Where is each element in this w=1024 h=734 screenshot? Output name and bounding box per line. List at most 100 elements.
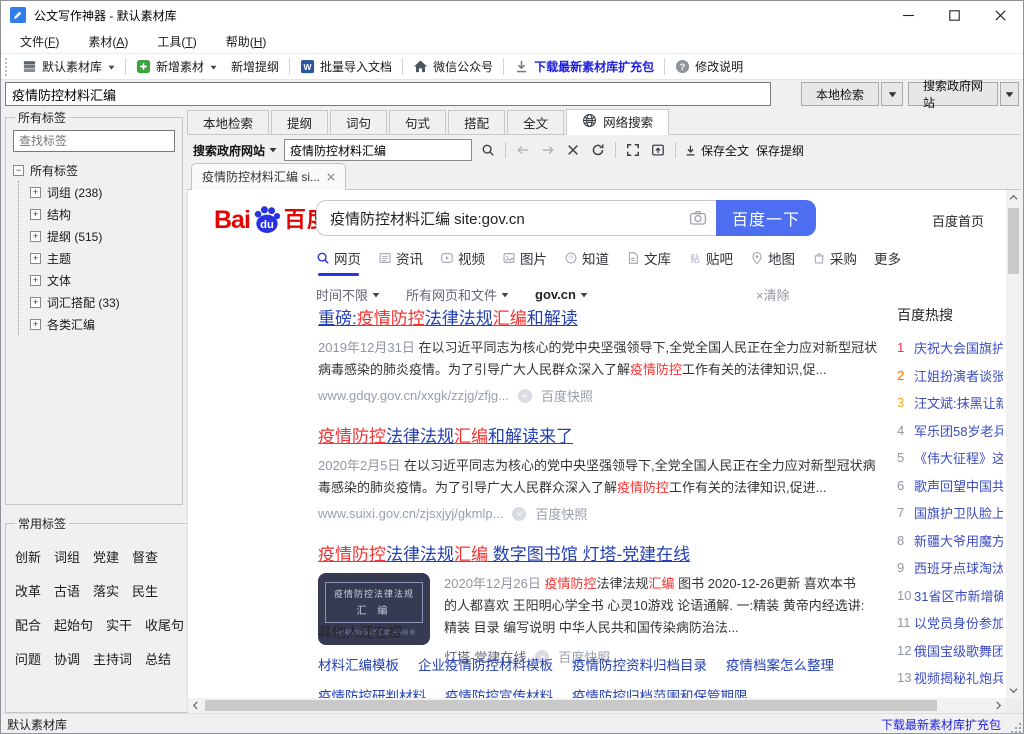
tab-网络搜索[interactable]: 网络搜索 [566,109,669,135]
changelog-button[interactable]: ?修改说明 [668,55,750,78]
hot-search-item[interactable]: 5《伟大征程》这 [897,444,1003,472]
search-engine-button[interactable]: 搜索政府网站 [193,142,277,159]
related-link[interactable]: 疫情档案怎么整理 [726,654,834,674]
forward-icon[interactable] [539,141,557,159]
related-link[interactable]: 企业疫情防控材料模板 [418,654,553,674]
save-outline-button[interactable]: 保存提纲 [756,142,804,159]
scroll-down-icon[interactable] [1006,683,1021,698]
add-outline-button[interactable]: 新增提纲 [224,55,286,78]
menu-item-F[interactable]: 文件(F) [11,30,71,53]
expand-icon[interactable]: + [30,319,41,330]
common-tag[interactable]: 起始句 [54,614,93,638]
vertical-scroll-thumb[interactable] [1008,208,1019,274]
vertical-scrollbar[interactable] [1006,190,1021,698]
result-title-link[interactable]: 疫情防控法律法规汇编 数字图书馆 灯塔-党建在线 [318,544,886,566]
baidu-cache-link[interactable]: 百度快照 [541,386,593,405]
save-fulltext-button[interactable]: 保存全文 [684,142,749,159]
hot-search-item[interactable]: 7国旗护卫队脸上 [897,499,1003,527]
tab-全文[interactable]: 全文 [507,110,564,134]
hot-search-item[interactable]: 9西班牙点球淘汰 [897,554,1003,582]
find-tag-input[interactable] [13,130,175,152]
filter-所有网页和文件[interactable]: 所有网页和文件 [406,285,509,304]
baidu-nav-更多[interactable]: 更多 [874,248,901,276]
common-tag[interactable]: 协调 [54,648,80,672]
hot-search-item[interactable]: 8新疆大爷用魔方 [897,527,1003,555]
tab-词句[interactable]: 词句 [330,110,387,134]
related-link[interactable]: 疫情防控归档范围和保管期限 [572,685,748,698]
stop-icon[interactable] [564,141,582,159]
tree-item[interactable]: +各类汇编 [30,313,175,335]
baidu-search-input[interactable] [316,200,716,236]
common-tag[interactable]: 古语 [54,580,80,604]
baidu-nav-网页[interactable]: 网页 [316,248,361,276]
tree-item[interactable]: +提纲 (515) [30,225,175,247]
hot-search-item[interactable]: 11以党员身份参加 [897,609,1003,637]
tab-搭配[interactable]: 搭配 [448,110,505,134]
result-url[interactable]: www.gdqy.gov.cn/xxgk/zzjg/zfjg... [318,388,509,403]
tab-本地检索[interactable]: 本地检索 [187,110,269,134]
common-tag[interactable]: 改革 [15,580,41,604]
expand-icon[interactable]: + [30,275,41,286]
menu-item-T[interactable]: 工具(T) [148,30,208,53]
expand-icon[interactable]: + [30,253,41,264]
horizontal-scroll-thumb[interactable] [205,700,937,711]
hot-search-item[interactable]: 4军乐团58岁老兵 [897,417,1003,445]
filter-时间不限[interactable]: 时间不限 [316,285,380,304]
result-url[interactable]: www.suixi.gov.cn/zjsxjyj/gkmlp... [318,506,503,521]
status-download-link[interactable]: 下载最新素材库扩充包 [881,716,1001,733]
expand-icon[interactable]: + [30,297,41,308]
local-search-dropdown[interactable] [881,82,903,106]
common-tag[interactable]: 督查 [132,546,158,570]
result-title-link[interactable]: 重磅:疫情防控法律法规汇编和解读 [318,308,886,330]
baidu-nav-资讯[interactable]: 资讯 [378,248,423,276]
clear-filters-link[interactable]: ×清除 [756,285,790,304]
tree-item[interactable]: +词汇搭配 (33) [30,291,175,313]
hot-search-item[interactable]: 13视频揭秘礼炮兵 [897,664,1003,692]
tree-item[interactable]: +文体 [30,269,175,291]
expand-icon[interactable]: + [30,209,41,220]
camera-icon[interactable] [689,209,707,230]
tree-item[interactable]: +主题 [30,247,175,269]
common-tag[interactable]: 收尾句 [145,614,184,638]
refresh-icon[interactable] [589,141,607,159]
menu-item-A[interactable]: 素材(A) [79,30,140,53]
hot-search-item[interactable]: 1庆祝大会国旗护卫 [897,334,1003,362]
fullscreen-icon[interactable] [624,141,642,159]
hot-search-item[interactable]: 1031省区市新增确 [897,582,1003,610]
baidu-nav-图片[interactable]: 图片 [502,248,547,276]
baidu-nav-地图[interactable]: 地图 [750,248,795,276]
common-tag[interactable]: 主持词 [93,648,132,672]
baidu-nav-贴吧[interactable]: 贴贴吧 [688,248,733,276]
resize-grip-icon[interactable] [1011,723,1021,733]
gov-search-dropdown[interactable] [1000,82,1019,106]
browser-query-input[interactable] [284,139,472,161]
scroll-up-icon[interactable] [1006,190,1021,205]
common-tag[interactable]: 落实 [93,580,119,604]
minimize-button[interactable] [885,1,931,29]
related-link[interactable]: 疫情防控资料归档目录 [572,654,707,674]
baidu-nav-视频[interactable]: 视频 [440,248,485,276]
filter-gov.cn[interactable]: gov.cn [535,285,588,304]
add-material-button[interactable]: 新增素材 [129,55,224,78]
common-tag[interactable]: 词组 [54,546,80,570]
collapse-icon[interactable]: − [13,165,24,176]
common-tag[interactable]: 问题 [15,648,41,672]
common-tag[interactable]: 总结 [145,648,171,672]
common-tag[interactable]: 创新 [15,546,41,570]
default-library-button[interactable]: 默认素材库 [15,55,122,78]
common-tag[interactable]: 实干 [106,614,132,638]
hot-search-item[interactable]: 2江姐扮演者谈张桂 [897,362,1003,390]
hot-search-item[interactable]: 12俄国宝级歌舞团 [897,637,1003,665]
common-tag[interactable]: 民生 [132,580,158,604]
scroll-left-icon[interactable] [188,698,203,713]
download-pack-button[interactable]: 下载最新素材库扩充包 [507,55,661,78]
horizontal-scrollbar[interactable] [188,698,1006,713]
common-tag[interactable]: 配合 [15,614,41,638]
scroll-right-icon[interactable] [991,698,1006,713]
baidu-search-button[interactable]: 百度一下 [716,200,816,236]
baidu-cache-link[interactable]: 百度快照 [535,504,587,523]
browser-page-tab[interactable]: 疫情防控材料汇编 si... [191,163,346,190]
related-link[interactable]: 材料汇编模板 [318,654,399,674]
expand-icon[interactable]: + [30,231,41,242]
local-search-button[interactable]: 本地检索 [801,82,879,106]
